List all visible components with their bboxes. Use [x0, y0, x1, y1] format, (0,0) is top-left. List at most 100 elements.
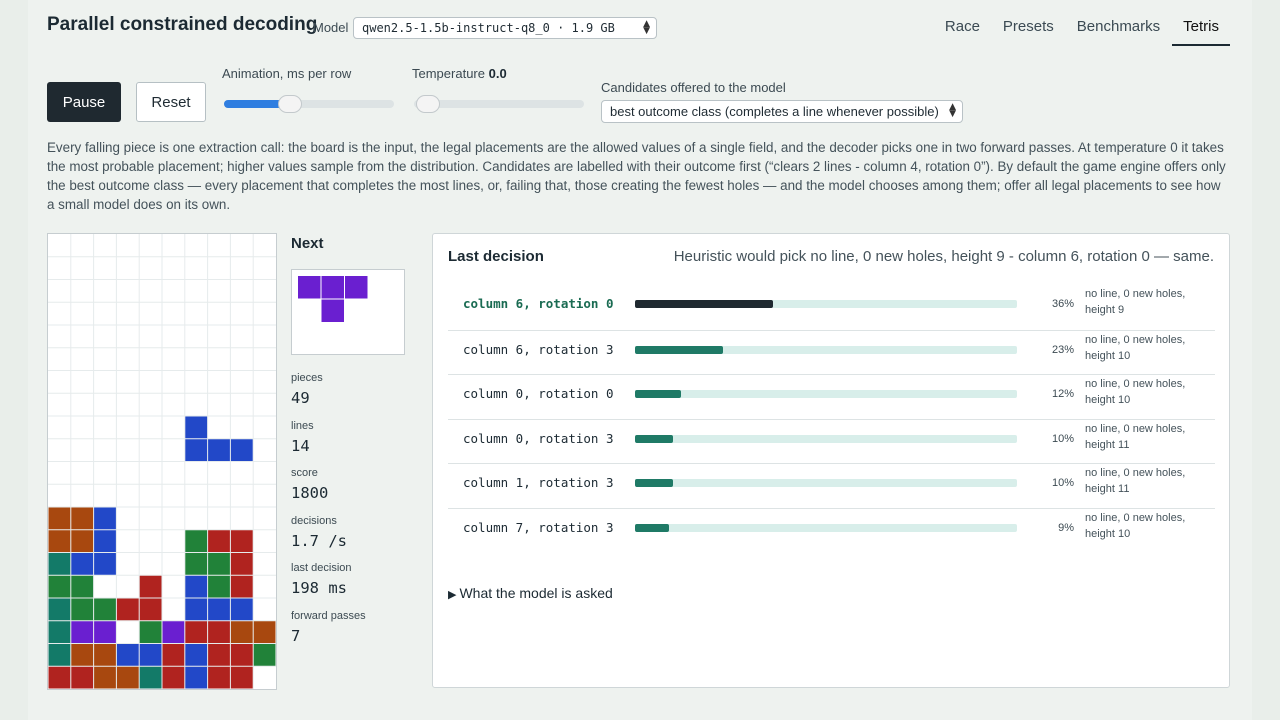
board-cell — [94, 507, 116, 530]
outcome-line-2: height 10 — [1085, 349, 1131, 362]
candidate-label: column 1, rotation 3 — [463, 475, 614, 491]
outcome-line-1: no line, 0 new holes, — [1085, 511, 1186, 524]
outcome-text: no line, 0 new holes, height 9 — [1085, 286, 1215, 318]
next-piece-cell — [298, 276, 321, 299]
board-cell — [71, 666, 94, 689]
board-cell — [48, 621, 71, 643]
board-cell — [162, 644, 185, 666]
board-cell — [94, 644, 116, 666]
board-cell — [71, 507, 94, 530]
description: Every falling piece is one extraction ca… — [47, 140, 1226, 212]
candidates-select-value: best outcome class (completes a line whe… — [610, 104, 939, 119]
board-cell — [71, 621, 94, 643]
stat-value: 1.7 /s — [291, 531, 347, 550]
stat-value: 49 — [291, 389, 310, 407]
probability-text: 10% — [1051, 477, 1074, 490]
board-cell — [116, 598, 139, 621]
tab-presets[interactable]: Presets — [992, 11, 1065, 46]
board-cell — [208, 621, 230, 643]
board-cell — [185, 575, 208, 598]
heuristic-note: Heuristic would pick no line, 0 new hole… — [673, 248, 1214, 265]
outcome-text: no line, 0 new holes, height 10 — [1085, 332, 1215, 364]
temperature-slider-thumb[interactable] — [416, 95, 440, 113]
probability-bar — [635, 390, 1017, 399]
model-prompt-toggle[interactable]: ▶ What the model is asked — [448, 585, 613, 601]
board-cell — [230, 621, 253, 643]
candidate-label: column 0, rotation 3 — [463, 430, 614, 446]
model-select-value: qwen2.5-1.5b-instruct-q8_0 · 1.9 GB — [362, 21, 615, 35]
candidate-row: column 7, rotation 3 9% no line, 0 new hol… — [448, 507, 1215, 553]
next-piece-cell — [321, 276, 344, 299]
stat-value: 14 — [291, 436, 310, 455]
next-title: Next — [291, 235, 324, 252]
board-cell — [71, 644, 94, 666]
outcome-line-2: height 10 — [1085, 394, 1131, 407]
select-caret-icon: ▲ ▼ — [949, 102, 956, 119]
tab-tetris[interactable]: Tetris — [1172, 11, 1230, 46]
board-cell — [94, 553, 116, 575]
outcome-line-1: no line, 0 new holes, — [1085, 422, 1186, 435]
board-cell — [116, 644, 139, 666]
board-cell — [185, 553, 208, 575]
outcome-line-2: height 9 — [1085, 304, 1125, 316]
temperature-label: Temperature 0.0 — [412, 66, 507, 81]
board-cell — [71, 598, 94, 621]
candidate-label: column 0, rotation 0 — [463, 386, 614, 402]
board-cell — [230, 598, 253, 621]
stat-label: decisions — [291, 514, 337, 527]
board-cell — [208, 439, 230, 461]
probability-text: 23% — [1051, 343, 1074, 356]
probability-bar-fill — [635, 434, 674, 443]
reset-button[interactable]: Reset — [136, 82, 206, 122]
board-cell — [185, 666, 208, 689]
board-cell — [230, 575, 253, 598]
board-cell — [48, 530, 71, 552]
probability-bar-fill — [635, 390, 681, 399]
outcome-line-1: no line, 0 new holes, — [1085, 467, 1186, 480]
pause-button[interactable]: Pause — [47, 82, 121, 122]
stat-value: 198 ms — [291, 579, 347, 597]
candidate-label: column 6, rotation 0 — [463, 296, 614, 311]
probability-bar-fill — [635, 523, 670, 532]
probability-bar — [635, 479, 1017, 488]
board-cell — [208, 666, 230, 689]
tab-race[interactable]: Race — [934, 11, 991, 46]
stat-label: last decision — [291, 562, 352, 574]
temperature-slider[interactable] — [414, 95, 584, 113]
board-cell — [48, 644, 71, 666]
outcome-line-2: height 11 — [1085, 483, 1130, 496]
board-cell — [253, 621, 276, 643]
candidates-select[interactable]: best outcome class (completes a line whe… — [601, 100, 963, 123]
outcome-line-2: height 10 — [1085, 527, 1131, 540]
probability-bar-fill — [635, 300, 773, 308]
stat-label: pieces — [291, 372, 323, 384]
model-label: Model — [313, 20, 349, 35]
stats-panel: pieces 49 lines 14 score 1800 decisions 1.7 /s l… — [291, 372, 366, 657]
probability-bar-fill — [635, 345, 723, 354]
board-cell — [71, 575, 94, 598]
outcome-line-1: no line, 0 new holes, — [1085, 288, 1186, 300]
outcome-text: no line, 0 new holes, height 10 — [1085, 376, 1215, 408]
candidate-row: column 0, rotation 0 12% no line, 0 new ho… — [448, 374, 1215, 419]
board-cell — [94, 530, 116, 552]
outcome-text: no line, 0 new holes, height 11 — [1085, 465, 1215, 497]
board-cell — [185, 621, 208, 643]
board-cell — [48, 666, 71, 689]
board-cell — [208, 644, 230, 666]
candidate-row: column 0, rotation 3 10% no line, 0 new ho… — [448, 418, 1215, 464]
probability-bar — [635, 300, 1017, 308]
next-piece-icon — [298, 276, 368, 322]
animation-slider[interactable] — [224, 95, 394, 113]
board-cell — [185, 598, 208, 621]
tab-benchmarks[interactable]: Benchmarks — [1066, 11, 1171, 46]
candidate-list: column 6, rotation 0 36% no line, 0 new ho… — [448, 285, 1215, 553]
animation-slider-thumb[interactable] — [278, 95, 303, 113]
tetris-board — [47, 233, 277, 690]
decision-title: Last decision — [448, 248, 544, 265]
model-select[interactable]: qwen2.5-1.5b-instruct-q8_0 · 1.9 GB ▲ ▼ — [353, 17, 657, 39]
board-cell — [71, 530, 94, 552]
board-cell — [162, 621, 185, 643]
board-cell — [230, 553, 253, 575]
board-cell — [230, 666, 253, 689]
decision-panel: Last decision Heuristic would pick no li… — [432, 233, 1230, 688]
